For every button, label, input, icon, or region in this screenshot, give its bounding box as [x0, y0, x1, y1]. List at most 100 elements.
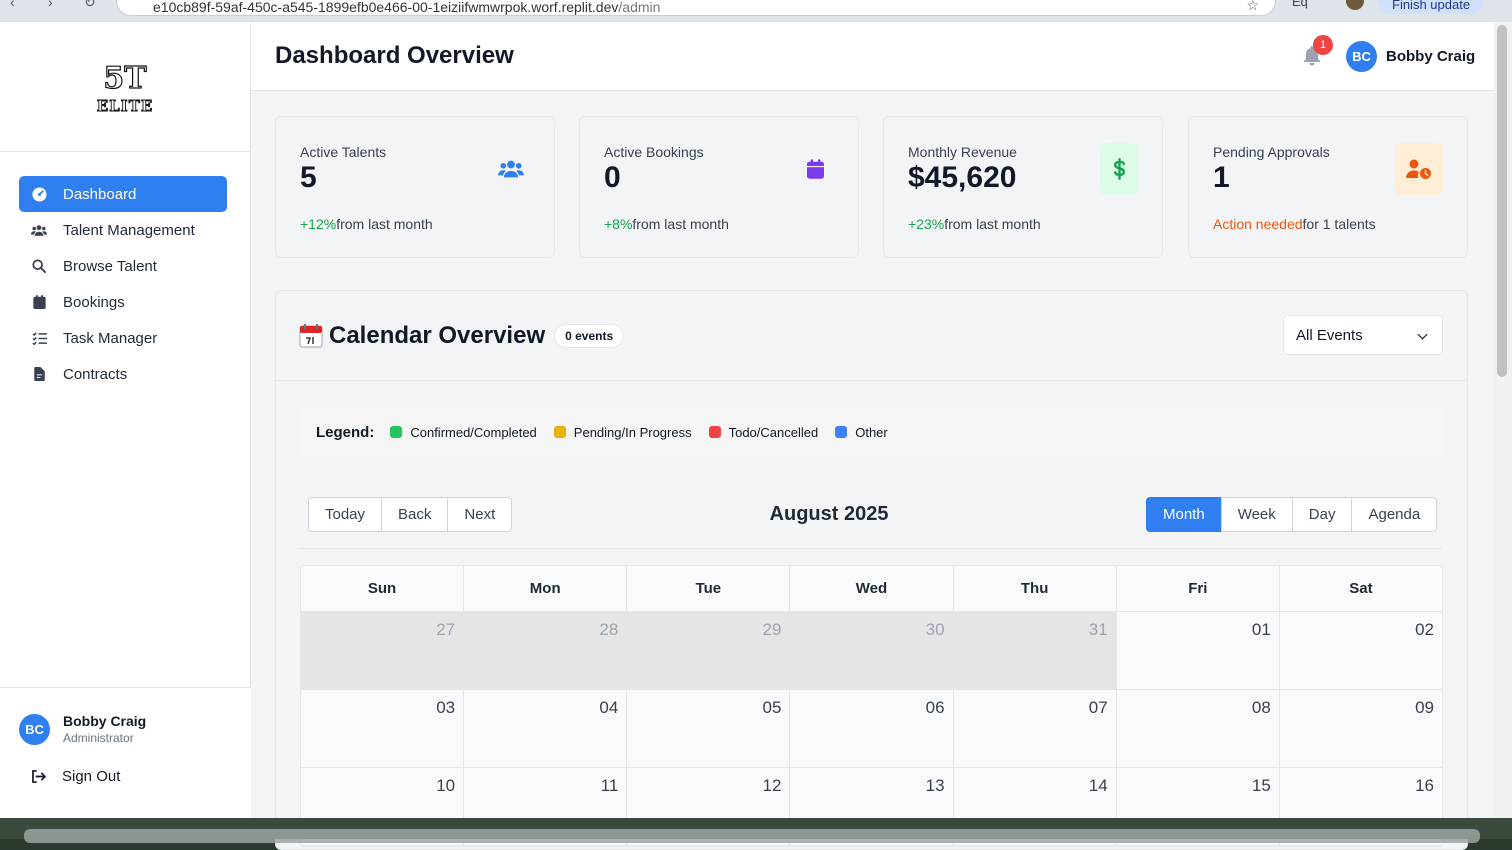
calendar-title-group: Calendar Overview 0 events: [299, 322, 625, 350]
stat-value: 0: [604, 161, 621, 194]
month-grid: Sun Mon Tue Wed Thu Fri Sat 27 28 29 30 …: [300, 565, 1443, 847]
calendar-icon: [796, 143, 834, 195]
stat-card-active-bookings: Active Bookings 0 +8%from last month: [579, 116, 859, 258]
view-week-button[interactable]: Week: [1220, 497, 1293, 532]
sidebar-item-label: Dashboard: [63, 185, 137, 203]
calendar-header: Calendar Overview 0 events All Events: [276, 291, 1467, 381]
stat-change-suffix: from last month: [944, 216, 1041, 232]
day-cell[interactable]: 27: [301, 612, 464, 689]
legend-label: Pending/In Progress: [573, 424, 692, 440]
browser-reload-icon[interactable]: ↻: [84, 0, 96, 11]
weekday-header: Sat: [1278, 566, 1442, 611]
weekday-header: Tue: [626, 566, 789, 611]
sidebar-item-label: Task Manager: [63, 329, 158, 347]
view-day-button[interactable]: Day: [1291, 497, 1353, 532]
notification-badge: 1: [1313, 35, 1333, 55]
calendar-icon: [31, 294, 47, 310]
weekday-header: Fri: [1115, 566, 1279, 611]
day-cell[interactable]: 31: [952, 612, 1116, 689]
event-filter-select[interactable]: All Events: [1283, 315, 1443, 355]
users-icon: [31, 222, 47, 238]
day-cell[interactable]: 07: [952, 690, 1116, 767]
address-host: e10cb89f-59af-450c-a545-1899efb0e466-00-…: [153, 0, 619, 15]
stat-label: Active Talents: [300, 144, 387, 160]
bookmark-star-icon[interactable]: ☆: [1246, 0, 1259, 14]
sign-out-icon: [31, 770, 46, 783]
header-user-menu[interactable]: BC Bobby Craig: [1346, 41, 1475, 72]
stat-label: Active Bookings: [604, 144, 704, 160]
page-scrollbar[interactable]: [1494, 22, 1512, 818]
avatar[interactable]: BC: [19, 713, 50, 745]
stat-card-monthly-revenue: Monthly Revenue $45,620 +23%from last mo…: [883, 116, 1163, 258]
dock-tray[interactable]: [24, 829, 1480, 843]
search-icon: [31, 258, 47, 274]
address-bar[interactable]: e10cb89f-59af-450c-a545-1899efb0e466-00-…: [116, 0, 1276, 16]
stat-card-active-talents: Active Talents 5 +12%from last month: [275, 116, 555, 258]
sidebar-item-label: Talent Management: [63, 221, 195, 239]
day-cell[interactable]: 04: [463, 690, 626, 767]
sidebar-item-label: Browse Talent: [63, 257, 157, 275]
scrollbar-thumb[interactable]: [1497, 25, 1507, 377]
view-agenda-button[interactable]: Agenda: [1351, 497, 1438, 532]
day-cell[interactable]: 03: [301, 690, 463, 767]
finish-update-button[interactable]: Finish update: [1378, 0, 1485, 14]
stat-card-pending-approvals: Pending Approvals 1 Action neededfor 1 t…: [1188, 116, 1468, 258]
day-cell[interactable]: 01: [1115, 612, 1279, 689]
stat-change-value: Action needed: [1213, 216, 1303, 232]
weekday-header: Thu: [952, 566, 1116, 611]
stat-change-suffix: from last month: [336, 216, 433, 232]
legend-item: Pending/In Progress: [553, 424, 692, 440]
stat-value: 5: [300, 161, 317, 194]
legend-swatch-yellow: [553, 426, 566, 438]
users-icon: [492, 143, 530, 195]
day-cell[interactable]: 29: [626, 612, 790, 689]
day-cell[interactable]: 05: [626, 690, 789, 767]
extension-label[interactable]: Eq: [1292, 0, 1308, 9]
sign-out-button[interactable]: Sign Out: [31, 768, 120, 785]
main-content: Dashboard Overview 1 BC Bobby Craig Acti…: [251, 22, 1494, 850]
sidebar-item-bookings[interactable]: Bookings: [19, 284, 227, 320]
sidebar-item-browse-talent[interactable]: Browse Talent: [19, 248, 227, 284]
stat-value: 1: [1213, 161, 1230, 194]
week-row: 03 04 05 06 07 08 09: [301, 690, 1442, 768]
browser-back-icon[interactable]: ‹: [10, 0, 15, 10]
sidebar-item-task-manager[interactable]: Task Manager: [19, 320, 227, 356]
sign-out-label: Sign Out: [62, 768, 121, 785]
stat-change: +23%from last month: [908, 216, 1041, 232]
sidebar-item-dashboard[interactable]: Dashboard: [19, 176, 227, 212]
stat-change: +12%from last month: [300, 216, 433, 232]
user-name: Bobby Craig: [63, 713, 147, 729]
legend-item: Todo/Cancelled: [708, 425, 818, 440]
day-cell[interactable]: 09: [1278, 690, 1442, 767]
sidebar-footer: BC Bobby Craig Administrator Sign Out: [0, 687, 251, 818]
stat-label: Monthly Revenue: [908, 144, 1017, 160]
sidebar-item-label: Bookings: [63, 293, 125, 311]
browser-forward-icon[interactable]: ›: [48, 0, 53, 10]
user-role: Administrator: [63, 731, 134, 745]
legend-item: Confirmed/Completed: [390, 425, 537, 440]
day-cell[interactable]: 02: [1278, 612, 1442, 689]
sidebar-item-contracts[interactable]: Contracts: [19, 356, 227, 392]
header-user-name: Bobby Craig: [1386, 48, 1476, 65]
logo-wordmark: ELITE: [97, 97, 154, 115]
brand-logo[interactable]: 5T ELITE: [94, 58, 156, 116]
sidebar-item-talent-management[interactable]: Talent Management: [19, 212, 227, 248]
day-cell[interactable]: 08: [1115, 690, 1279, 767]
calendar-title: Calendar Overview: [329, 322, 546, 349]
stat-change-value: +23%: [908, 216, 945, 232]
page-title: Dashboard Overview: [275, 42, 514, 69]
stat-change-suffix: for 1 talents: [1302, 216, 1376, 232]
browser-profile-avatar[interactable]: [1346, 0, 1364, 10]
day-cell[interactable]: 28: [463, 612, 627, 689]
stat-value: $45,620: [908, 161, 1017, 194]
avatar: BC: [1346, 41, 1377, 72]
legend-item: Other: [835, 425, 888, 440]
view-month-button[interactable]: Month: [1146, 497, 1222, 532]
legend-swatch-red: [708, 426, 721, 438]
calendar-emoji-icon: [299, 324, 323, 348]
day-cell[interactable]: 06: [789, 690, 952, 767]
calendar-legend: Legend: Confirmed/Completed Pending/In P…: [300, 407, 1444, 457]
legend-swatch-green: [390, 426, 403, 438]
dashboard-gauge-icon: [31, 186, 47, 202]
day-cell[interactable]: 30: [789, 612, 953, 689]
